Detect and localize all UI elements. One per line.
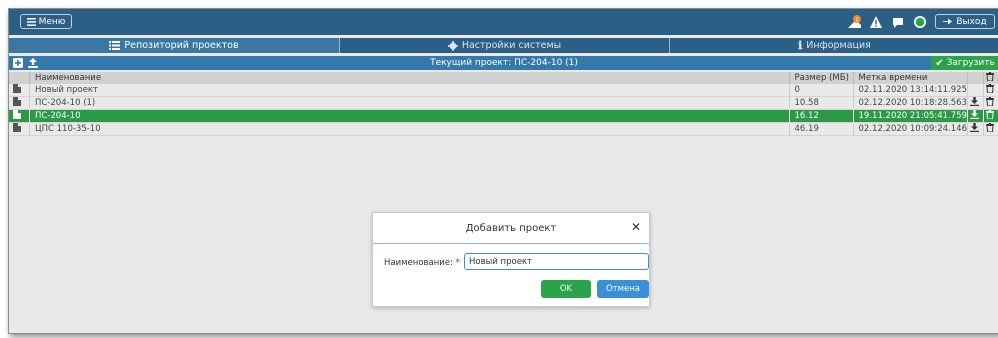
project-timestamp: 19.11.2020 21:05:41.759 — [852, 109, 968, 123]
table-row[interactable]: ЦПС 110-35-10 46.19 02.12.2020 10:09:24.… — [9, 122, 998, 136]
projects-table: Наименование Размер (МБ) Метка времени Н… — [9, 72, 998, 136]
status-online-icon — [913, 15, 927, 29]
cancel-button[interactable]: Отмена — [597, 280, 649, 298]
table-row[interactable]: ПС-204-10 (1) 10.58 02.12.2020 10:18:28.… — [9, 96, 998, 110]
project-timestamp: 02.11.2020 13:14:11.925 — [852, 84, 968, 97]
trash-icon[interactable] — [986, 84, 994, 94]
download-cell-empty — [967, 84, 984, 97]
project-name: ПС-204-10 — [29, 109, 790, 123]
header-download-column — [967, 72, 984, 84]
project-timestamp: 02.12.2020 10:18:28.563 — [852, 96, 968, 110]
file-icon — [13, 110, 21, 119]
upload-label: Загрузить — [946, 58, 995, 68]
trash-icon[interactable] — [986, 97, 994, 107]
project-size: 10.58 — [788, 96, 854, 110]
logout-icon — [943, 18, 953, 25]
menu-button[interactable]: Меню — [20, 14, 72, 29]
name-field-label: Наименование: * — [384, 258, 460, 268]
project-name-input[interactable] — [464, 253, 649, 270]
download-icon[interactable] — [970, 123, 979, 132]
top-status-icons: 1 — [847, 15, 927, 29]
gear-icon — [447, 40, 458, 51]
project-name: ПС-204-10 (1) — [29, 96, 790, 110]
table-row-selected[interactable]: ПС-204-10 16.12 19.11.2020 21:05:41.759 — [9, 109, 998, 123]
project-size: 0 — [788, 84, 854, 97]
tab-system-settings[interactable]: Настройки системы — [339, 38, 669, 53]
ok-button[interactable]: OK — [541, 280, 591, 298]
list-icon — [109, 41, 121, 50]
dialog-title: Добавить проект — [465, 223, 557, 234]
file-icon — [13, 84, 21, 93]
notifications-icon[interactable]: 1 — [847, 15, 861, 29]
project-name: ЦПС 110-35-10 — [29, 122, 790, 136]
close-icon[interactable]: ✕ — [631, 220, 641, 234]
tab-label: Настройки системы — [461, 40, 562, 51]
warning-icon[interactable] — [869, 15, 883, 29]
download-icon[interactable] — [970, 110, 979, 119]
file-icon — [13, 97, 21, 106]
name-label-text: Наименование: — [384, 258, 453, 268]
chat-icon[interactable] — [891, 15, 905, 29]
trash-icon[interactable] — [986, 72, 994, 82]
add-project-dialog: Добавить проект ✕ Наименование: * OK Отм… — [372, 212, 650, 307]
current-project-title: Текущий проект: ПС-204-10 (1) — [430, 58, 578, 68]
header-size[interactable]: Размер (МБ) — [788, 72, 854, 84]
header-time[interactable]: Метка времени — [852, 72, 968, 84]
trash-icon[interactable] — [986, 123, 994, 133]
project-size: 46.19 — [788, 122, 854, 136]
notification-count: 1 — [855, 17, 859, 24]
project-name: Новый проект — [29, 84, 790, 97]
app-window: Меню 1 Выход Репозиторий проектов Настро… — [8, 8, 998, 334]
file-icon — [13, 123, 21, 132]
menu-label: Меню — [38, 16, 66, 27]
logout-label: Выход — [956, 16, 987, 27]
dialog-divider — [373, 243, 649, 244]
main-tabs: Репозиторий проектов Настройки системы ℹ… — [9, 38, 998, 53]
logout-button[interactable]: Выход — [935, 14, 995, 29]
current-project-bar: Текущий проект: ПС-204-10 (1) ✔ Загрузит… — [9, 56, 998, 70]
tab-label: Информация — [806, 40, 871, 51]
checkmark-icon: ✔ — [935, 57, 944, 69]
trash-icon[interactable] — [986, 110, 994, 120]
header-icon-column — [9, 72, 30, 84]
top-bar: Меню 1 Выход — [9, 9, 998, 35]
table-header: Наименование Размер (МБ) Метка времени — [9, 72, 998, 84]
required-marker: * — [455, 258, 460, 268]
project-size: 16.12 — [788, 109, 854, 123]
header-name[interactable]: Наименование — [29, 72, 790, 84]
table-row[interactable]: Новый проект 0 02.11.2020 13:14:11.925 — [9, 84, 998, 97]
project-timestamp: 02.12.2020 10:09:24.146 — [852, 122, 968, 136]
header-delete-column — [983, 72, 998, 84]
download-icon[interactable] — [970, 97, 979, 106]
tab-project-repository[interactable]: Репозиторий проектов — [9, 38, 339, 53]
upload-button[interactable]: ✔ Загрузить — [931, 56, 998, 70]
hamburger-icon — [26, 17, 36, 26]
tab-information[interactable]: ℹ Информация — [669, 38, 998, 53]
tab-label: Репозиторий проектов — [124, 40, 239, 51]
info-icon: ℹ — [798, 39, 803, 52]
